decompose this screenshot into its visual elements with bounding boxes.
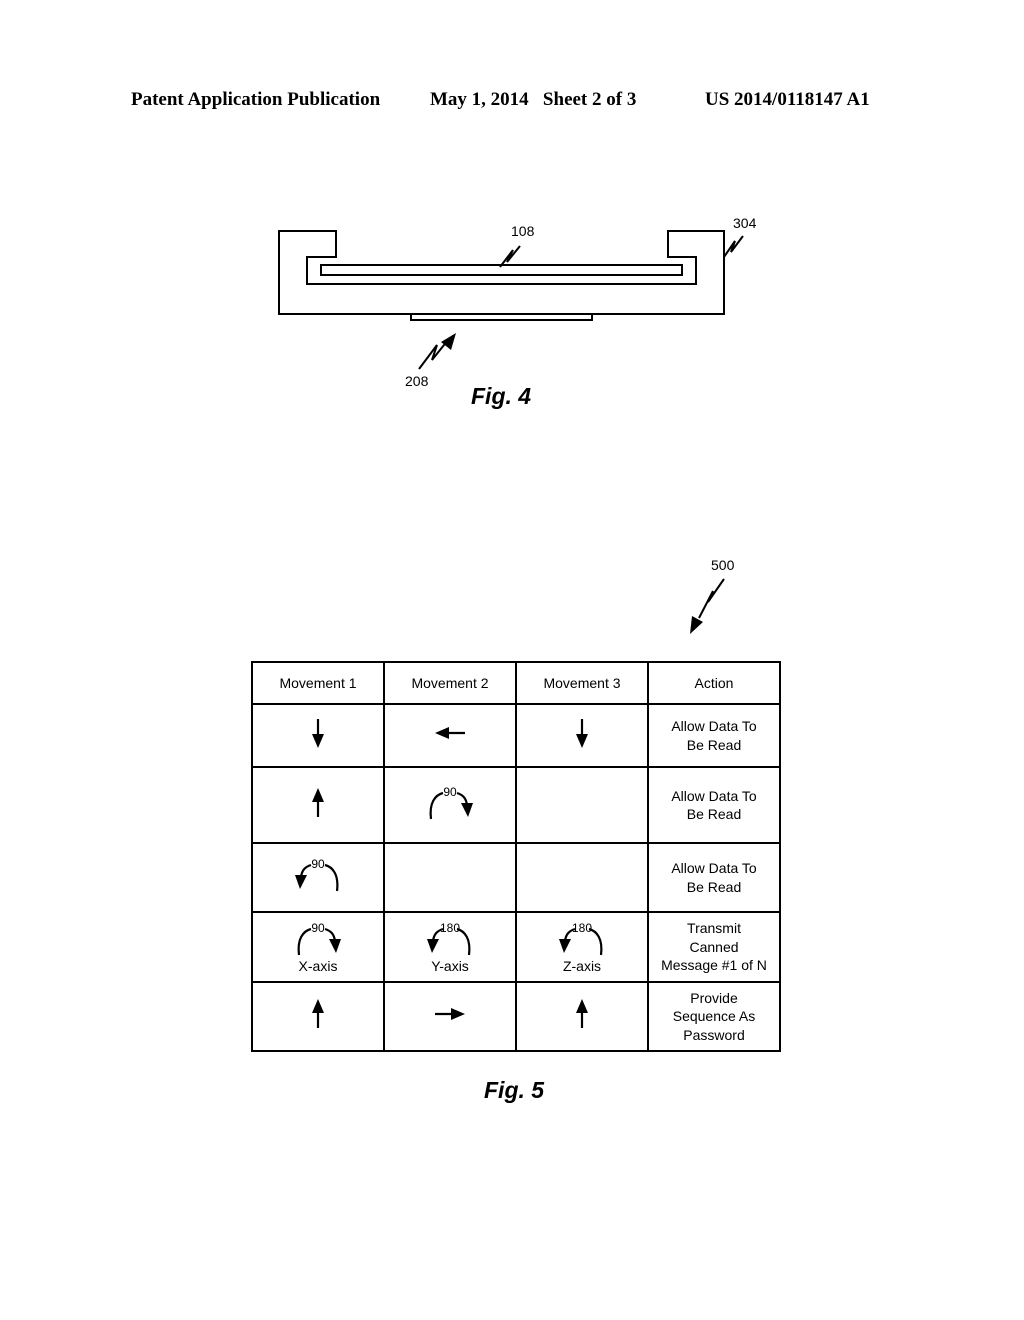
ref-500: 500	[711, 557, 735, 573]
rotation-degrees: 180	[440, 921, 460, 935]
col-header: Movement 1	[251, 661, 385, 705]
movement-glyph: 90	[291, 921, 345, 962]
rotate-clockwise-icon: 90	[429, 785, 473, 819]
movement-cell	[515, 981, 649, 1052]
ref-304: 304	[733, 215, 757, 231]
action-cell: Allow Data To Be Read	[647, 842, 781, 913]
rotation-degrees: 90	[311, 921, 325, 935]
movement-glyph	[435, 716, 465, 755]
leader-108	[499, 245, 521, 268]
rotation-degrees: 180	[572, 921, 592, 935]
rotation-degrees: 90	[443, 785, 457, 799]
action-line: Be Read	[686, 806, 742, 822]
action-line: Be Read	[686, 878, 742, 895]
arrow-up-icon	[312, 999, 324, 1029]
arrow-up-icon	[576, 999, 588, 1029]
table-row: 90 Allow Data To Be Read	[251, 842, 781, 913]
movement-cell: 180 Y-axis	[383, 911, 517, 983]
movement-cell	[383, 981, 517, 1052]
rotation-degrees: 90	[311, 857, 325, 871]
action-line: Allow Data To	[671, 718, 757, 734]
arrow-down-icon	[312, 719, 324, 749]
action-cell: Transmit Canned Message #1 of N	[647, 911, 781, 983]
housing-outline	[278, 230, 725, 315]
action-cell: Provide Sequence As Password	[647, 981, 781, 1052]
movement-cell	[515, 766, 649, 844]
table-header-row: Movement 1 Movement 2 Movement 3 Action	[251, 661, 781, 705]
fig4-caption: Fig. 4	[471, 383, 532, 409]
table-row: 90 Allow Data To Be Read	[251, 766, 781, 844]
leader-500	[698, 578, 725, 619]
table-row: Allow Data To Be Read	[251, 703, 781, 768]
movement-cell	[251, 766, 385, 844]
movement-glyph	[567, 997, 597, 1036]
movement-glyph	[567, 716, 597, 755]
rotate-counterclockwise-icon: 90	[295, 857, 339, 892]
movement-glyph	[303, 997, 333, 1036]
arrow-up-icon	[312, 787, 324, 817]
leader-304	[723, 235, 744, 258]
movement-cell	[251, 703, 385, 768]
arrow-left-icon	[435, 727, 465, 740]
action-line: Canned	[689, 938, 739, 955]
movement-glyph: 90	[291, 857, 345, 898]
rotate-counterclockwise-icon: 180	[427, 921, 471, 955]
action-line: Allow Data To	[671, 860, 757, 876]
movement-cell	[515, 842, 649, 913]
table-row: Provide Sequence As Password	[251, 981, 781, 1052]
movement-glyph	[303, 786, 333, 825]
axis-label: X-axis	[298, 958, 338, 975]
rotate-counterclockwise-icon: 180	[559, 921, 603, 955]
action-line: Be Read	[686, 736, 742, 753]
fig4-drawing	[278, 230, 744, 634]
arrow-right-icon	[435, 1008, 465, 1021]
action-cell: Allow Data To Be Read	[647, 766, 781, 844]
axis-label: Z-axis	[562, 958, 602, 975]
ref-108: 108	[511, 223, 535, 239]
col-header: Movement 3	[515, 661, 649, 705]
leader-500-arrowhead	[690, 616, 703, 634]
action-line: Provide	[690, 989, 738, 1006]
movement-cell: 90	[383, 766, 517, 844]
axis-label: Y-axis	[431, 958, 469, 975]
action-cell: Allow Data To Be Read	[647, 703, 781, 768]
table-row: 90 X-axis 180 Y-axis 180 Z-axis Transmit Ca…	[251, 911, 781, 983]
movement-glyph: 180	[555, 921, 609, 962]
movement-glyph: 180	[423, 921, 477, 962]
movement-glyph: 90	[423, 785, 477, 826]
action-line: Allow Data To	[671, 787, 757, 804]
movement-cell	[383, 703, 517, 768]
movement-action-table: Movement 1 Movement 2 Movement 3 Action …	[251, 661, 781, 1052]
action-line: Sequence As	[672, 1008, 756, 1025]
arrow-down-icon	[576, 719, 588, 749]
movement-glyph	[303, 716, 333, 755]
movement-glyph	[435, 997, 465, 1036]
action-line: Message #1 of N	[661, 957, 767, 974]
movement-cell	[251, 981, 385, 1052]
fig5-caption: Fig. 5	[484, 1077, 545, 1103]
action-line: Password	[683, 1026, 745, 1043]
movement-cell	[515, 703, 649, 768]
action-line: Transmit	[687, 920, 741, 937]
movement-cell: 90	[251, 842, 385, 913]
movement-cell: 180 Z-axis	[515, 911, 649, 983]
col-header: Action	[647, 661, 781, 705]
movement-cell	[383, 842, 517, 913]
rotate-clockwise-icon: 90	[297, 921, 341, 955]
ref-208: 208	[405, 373, 429, 389]
movement-cell: 90 X-axis	[251, 911, 385, 983]
col-header: Movement 2	[383, 661, 517, 705]
leader-208	[418, 339, 449, 370]
